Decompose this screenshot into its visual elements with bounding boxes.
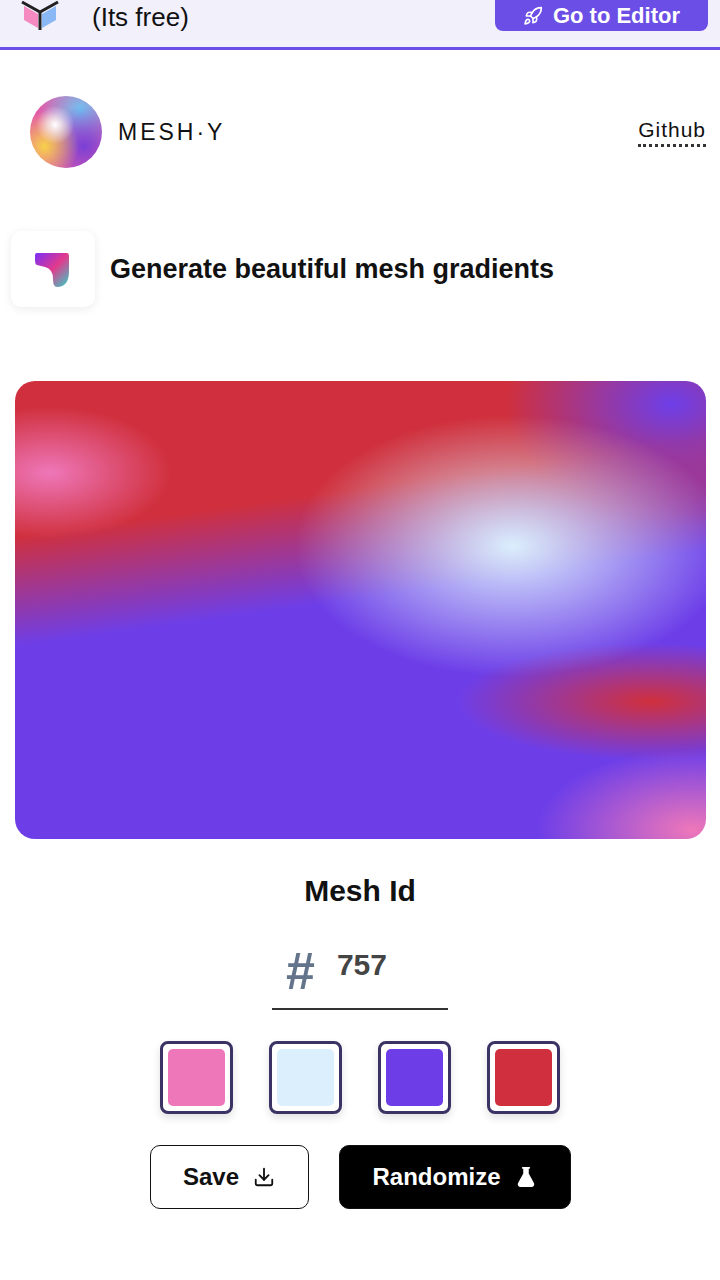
go-to-editor-button[interactable]: Go to Editor <box>495 0 708 31</box>
save-button[interactable]: Save <box>150 1145 309 1209</box>
swatch-fill <box>386 1049 443 1106</box>
swatch-fill <box>168 1049 225 1106</box>
tagline: Generate beautiful mesh gradients <box>110 254 554 285</box>
banner-note: (Its free) <box>92 2 189 33</box>
download-icon <box>253 1166 275 1188</box>
color-swatch[interactable] <box>487 1041 560 1114</box>
editor-banner: (Its free) Go to Editor <box>0 0 720 50</box>
gradient-preview <box>15 381 706 839</box>
mesh-id-value: 757 <box>337 948 387 982</box>
page: (Its free) Go to Editor MESH·Y Github Genera… <box>0 0 720 1280</box>
color-swatch[interactable] <box>378 1041 451 1114</box>
header: MESH·Y Github <box>0 96 720 168</box>
action-buttons: Save Randomize <box>150 1145 571 1209</box>
randomize-button[interactable]: Randomize <box>339 1145 571 1209</box>
color-swatch[interactable] <box>160 1041 233 1114</box>
palette <box>160 1041 560 1114</box>
tagline-icon-card <box>11 231 95 307</box>
mesh-ribbon-icon <box>33 249 73 289</box>
brand[interactable]: MESH·Y <box>30 96 225 168</box>
swatch-fill <box>277 1049 334 1106</box>
swatch-fill <box>495 1049 552 1106</box>
rocket-icon <box>523 6 543 26</box>
mesh-id-label: Mesh Id <box>304 873 416 909</box>
tagline-row: Generate beautiful mesh gradients <box>0 230 720 308</box>
flask-icon <box>515 1166 537 1188</box>
mesh-id-field[interactable]: #757 <box>272 934 448 1010</box>
github-link[interactable]: Github <box>638 118 706 147</box>
hash-sign: # <box>286 945 315 997</box>
mesh-controls: Mesh Id #757 Save Randomize <box>0 839 720 1209</box>
brand-name: MESH·Y <box>118 119 225 146</box>
editor-logo-icon <box>18 0 62 34</box>
brand-orb-icon <box>30 96 102 168</box>
color-swatch[interactable] <box>269 1041 342 1114</box>
